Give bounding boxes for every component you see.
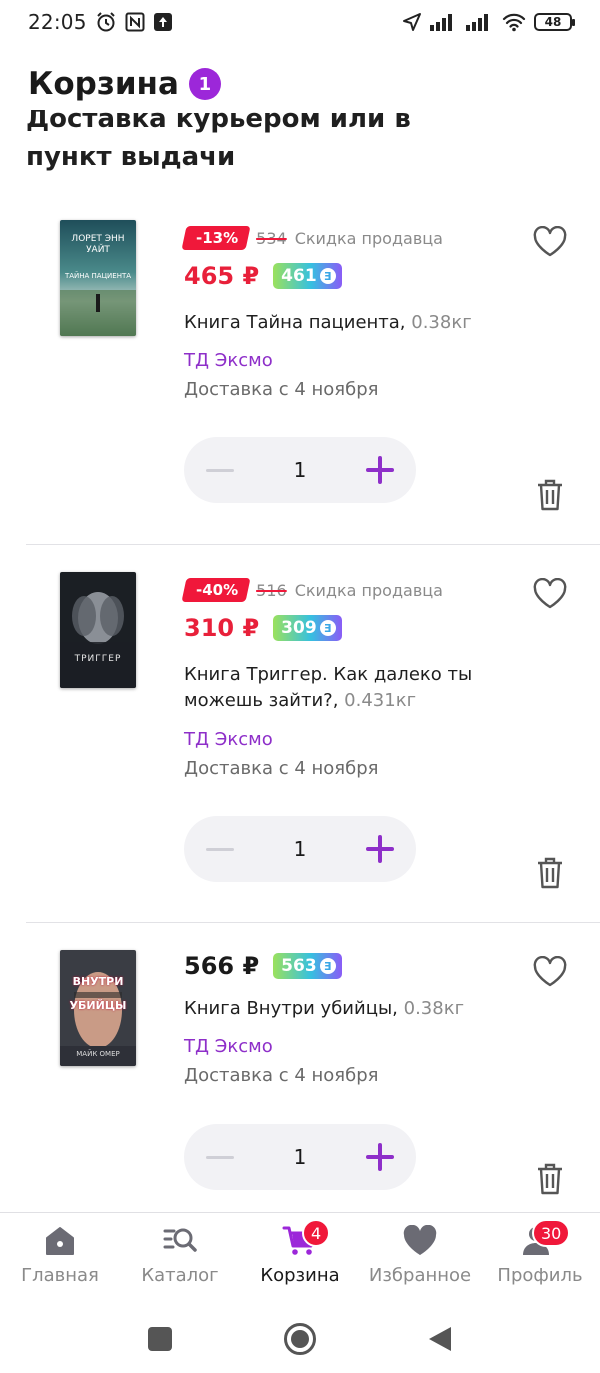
divider	[26, 544, 600, 545]
item-weight: 0.38кг	[397, 998, 465, 1019]
book-cover-title: ВНУТРИ УБИЙЦЫ	[69, 975, 127, 1012]
profile-badge: 30	[532, 1219, 571, 1247]
nav-item-home[interactable]: Главная	[0, 1213, 120, 1304]
delete-trash-icon[interactable]	[534, 1162, 566, 1196]
item-price: 566 ₽	[184, 952, 260, 980]
quantity-value: 1	[293, 837, 307, 861]
book-cover-author: МАЙК ОМЕР	[76, 1050, 120, 1058]
item-price: 465 ₽	[184, 262, 260, 290]
quantity-value: 1	[293, 1145, 307, 1169]
bonus-badge: 461 Ǝ	[273, 263, 342, 289]
recent-apps-icon[interactable]	[147, 1326, 173, 1352]
delivery-title: Доставка курьером или в пункт выдачи	[26, 110, 411, 172]
cart-badge: 4	[302, 1219, 331, 1247]
book-cover[interactable]: ЛОРЕТ ЭНН УАЙТ ТАЙНА ПАЦИЕНТА	[60, 220, 136, 336]
seller-discount-label: Скидка продавца	[294, 228, 443, 248]
wifi-icon	[502, 12, 526, 32]
nav-label-catalog: Каталог	[141, 1265, 219, 1286]
item-name[interactable]: Книга Триггер. Как далеко ты можешь зайт…	[184, 662, 514, 714]
cart-count-badge: 1	[188, 68, 221, 100]
price-row: 566 ₽ 563 Ǝ	[184, 952, 342, 980]
bonus-badge: 309 Ǝ	[273, 615, 342, 641]
bonus-coin-icon: Ǝ	[319, 620, 336, 636]
nav-item-profile[interactable]: 30 Профиль	[480, 1213, 600, 1304]
page-title: Корзина	[28, 66, 179, 102]
seller-link[interactable]: ТД Эксмо	[184, 350, 273, 371]
discount-badge: -40%	[181, 578, 251, 602]
bonus-coin-icon: Ǝ	[319, 268, 336, 284]
discount-row: -13% 534 Скидка продавца	[181, 226, 443, 250]
delivery-date: Доставка с 4 ноября	[184, 379, 379, 400]
nav-label-profile: Профиль	[497, 1265, 583, 1286]
increase-quantity-button[interactable]	[365, 456, 394, 484]
status-bar: 22:05 48	[0, 0, 600, 44]
seller-link[interactable]: ТД Эксмо	[184, 729, 273, 750]
nfc-icon	[125, 12, 145, 32]
decrease-quantity-button[interactable]	[206, 468, 234, 472]
nav-item-cart[interactable]: 4 Корзина	[240, 1213, 360, 1304]
location-icon	[402, 12, 422, 32]
back-icon[interactable]	[427, 1325, 453, 1353]
delete-trash-icon[interactable]	[534, 856, 566, 890]
favorite-heart-icon[interactable]	[532, 956, 568, 988]
quantity-value: 1	[293, 458, 307, 482]
divider	[26, 922, 600, 923]
system-navigation-bar	[0, 1304, 600, 1373]
seller-discount-label: Скидка продавца	[294, 580, 443, 600]
item-name[interactable]: Книга Тайна пациента, 0.38кг	[184, 310, 514, 336]
alarm-icon	[95, 11, 117, 33]
favorite-heart-icon[interactable]	[532, 578, 568, 610]
quantity-stepper: 1	[184, 816, 416, 882]
item-weight: 0.38кг	[405, 312, 472, 333]
favorite-heart-icon[interactable]	[532, 226, 568, 258]
delivery-section: Доставка курьером или в пункт выдачи	[0, 110, 600, 190]
delivery-date: Доставка с 4 ноября	[184, 1065, 379, 1086]
decrease-quantity-button[interactable]	[206, 847, 234, 851]
price-row: 310 ₽ 309 Ǝ	[184, 614, 342, 642]
nav-label-cart: Корзина	[260, 1265, 340, 1286]
home-button-icon[interactable]	[283, 1322, 317, 1356]
page-header: Корзина 1	[28, 66, 221, 102]
nav-item-catalog[interactable]: Каталог	[120, 1213, 240, 1304]
nav-item-favorites[interactable]: Избранное	[360, 1213, 480, 1304]
quantity-stepper: 1	[184, 437, 416, 503]
battery-indicator: 48	[534, 13, 575, 31]
nav-label-favorites: Избранное	[368, 1265, 472, 1286]
book-cover-title: ТАЙНА ПАЦИЕНТА	[64, 272, 132, 280]
book-cover-author: ЛОРЕТ ЭНН УАЙТ	[71, 234, 125, 255]
item-price: 310 ₽	[184, 614, 260, 642]
upload-notification-icon	[153, 12, 173, 32]
heart-icon	[403, 1225, 437, 1255]
increase-quantity-button[interactable]	[365, 835, 394, 863]
bonus-badge: 563 Ǝ	[273, 953, 342, 979]
discount-badge: -13%	[181, 226, 251, 250]
seller-link[interactable]: ТД Эксмо	[184, 1036, 273, 1057]
home-icon	[46, 1227, 74, 1255]
old-price: 534	[256, 228, 287, 248]
book-cover[interactable]: ТРИГГЕР	[60, 572, 136, 688]
status-time: 22:05	[28, 10, 87, 34]
signal-icon	[430, 13, 458, 31]
delete-trash-icon[interactable]	[534, 478, 566, 512]
book-cover[interactable]: ВНУТРИ УБИЙЦЫ МАЙК ОМЕР	[60, 950, 136, 1066]
book-cover-title: ТРИГГЕР	[74, 654, 122, 664]
item-weight: 0.431кг	[338, 690, 417, 711]
signal-icon-2	[466, 13, 494, 31]
nav-label-home: Главная	[21, 1265, 99, 1286]
quantity-stepper: 1	[184, 1124, 416, 1190]
bottom-navigation: Главная Каталог 4 Корзина Избранное 30 П…	[0, 1212, 600, 1304]
item-name[interactable]: Книга Внутри убийцы, 0.38кг	[184, 996, 514, 1022]
discount-row: -40% 516 Скидка продавца	[181, 578, 443, 602]
delivery-date: Доставка с 4 ноября	[184, 758, 379, 779]
bonus-coin-icon: Ǝ	[319, 958, 336, 974]
decrease-quantity-button[interactable]	[206, 1155, 234, 1159]
old-price: 516	[256, 580, 287, 600]
price-row: 465 ₽ 461 Ǝ	[184, 262, 342, 290]
increase-quantity-button[interactable]	[365, 1143, 394, 1171]
catalog-search-icon	[163, 1228, 197, 1252]
